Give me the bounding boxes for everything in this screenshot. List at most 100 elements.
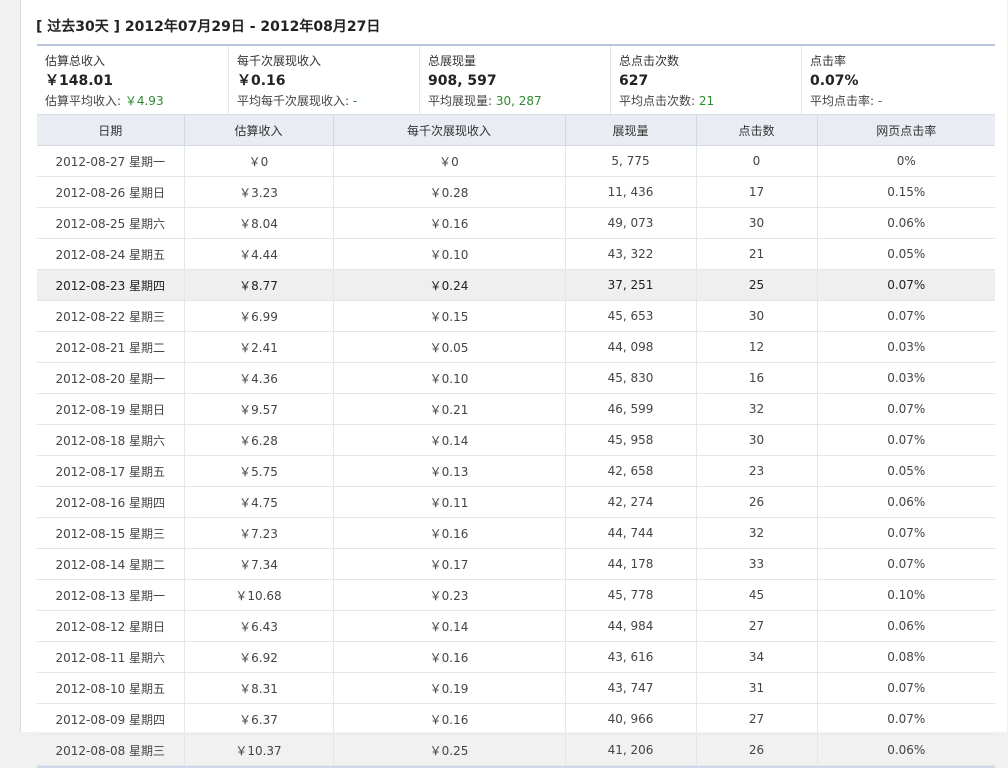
summary-sub: 平均点击次数: 21	[619, 94, 715, 108]
cell-rpm: ￥0.13	[332, 455, 565, 487]
cell-revenue: ￥8.31	[183, 672, 333, 704]
cell-revenue: ￥10.68	[183, 579, 333, 611]
cell-revenue: ￥6.99	[183, 300, 333, 332]
cell-impressions: 45, 830	[564, 362, 696, 394]
cell-clicks: 30	[695, 300, 817, 332]
cell-ctr: 0.15%	[816, 176, 995, 208]
summary-label: 总点击次数	[619, 54, 680, 68]
cell-impressions: 44, 744	[564, 517, 696, 549]
report-panel: [ 过去30天 ] 2012年07月29日 - 2012年08月27日 估算总收…	[20, 0, 1007, 768]
cell-revenue: ￥6.28	[183, 424, 333, 456]
table-row: 2012-08-21 星期二 ￥2.41 ￥0.05 44, 098 12 0.03%	[37, 331, 995, 363]
cell-impressions: 45, 653	[564, 300, 696, 332]
cell-ctr: 0.05%	[816, 455, 995, 487]
cell-revenue: ￥10.37	[183, 734, 333, 766]
cell-date: 2012-08-18 星期六	[37, 424, 184, 456]
cell-ctr: 0.07%	[816, 269, 995, 301]
cell-ctr: 0.10%	[816, 579, 995, 611]
cell-clicks: 32	[695, 517, 817, 549]
summary-label: 点击率	[810, 54, 847, 68]
cell-clicks: 23	[695, 455, 817, 487]
summary-sub: 平均每千次展现收入: -	[237, 94, 358, 108]
table-row: 2012-08-14 星期二 ￥7.34 ￥0.17 44, 178 33 0.07%	[37, 548, 995, 580]
cell-date: 2012-08-17 星期五	[37, 455, 184, 487]
table-body: 2012-08-27 星期一 ￥0 ￥0 5, 775 0 0% 2012-08-26 星期…	[37, 145, 995, 766]
table-row: 2012-08-27 星期一 ￥0 ￥0 5, 775 0 0%	[37, 145, 995, 177]
column-header-impressions[interactable]: 展现量	[564, 115, 696, 146]
cell-date: 2012-08-22 星期三	[37, 300, 184, 332]
cell-clicks: 17	[695, 176, 817, 208]
cell-revenue: ￥8.77	[183, 269, 333, 301]
summary-rpm: 每千次展现收入 ￥0.16 平均每千次展现收入: -	[228, 46, 419, 114]
cell-impressions: 45, 778	[564, 579, 696, 611]
cell-ctr: 0.07%	[816, 393, 995, 425]
summary-label: 估算总收入	[45, 54, 106, 68]
cell-clicks: 31	[695, 672, 817, 704]
summary-ctr: 点击率 0.07% 平均点击率: -	[801, 46, 995, 114]
cell-ctr: 0.03%	[816, 331, 995, 363]
cell-revenue: ￥6.37	[183, 703, 333, 735]
cell-rpm: ￥0.14	[332, 424, 565, 456]
cell-ctr: 0.06%	[816, 734, 995, 766]
report-body: 估算总收入 ￥148.01 估算平均收入: ￥4.93 每千次展现收入 ￥0.1…	[37, 44, 995, 768]
daily-report-table: 日期 估算收入 每千次展现收入 展现量 点击数 网页点击率 2012-08-27…	[37, 115, 995, 766]
summary-value: 0.07%	[810, 73, 859, 89]
cell-clicks: 21	[695, 238, 817, 270]
summary-sub: 平均展现量: 30, 287	[428, 94, 542, 108]
cell-date: 2012-08-27 星期一	[37, 145, 184, 177]
cell-ctr: 0.03%	[816, 362, 995, 394]
cell-date: 2012-08-14 星期二	[37, 548, 184, 580]
cell-ctr: 0.07%	[816, 703, 995, 735]
cell-impressions: 49, 073	[564, 207, 696, 239]
table-row: 2012-08-20 星期一 ￥4.36 ￥0.10 45, 830 16 0.03%	[37, 362, 995, 394]
column-header-date[interactable]: 日期	[37, 115, 184, 146]
cell-date: 2012-08-21 星期二	[37, 331, 184, 363]
cell-impressions: 44, 984	[564, 610, 696, 642]
cell-rpm: ￥0.05	[332, 331, 565, 363]
cell-impressions: 46, 599	[564, 393, 696, 425]
cell-rpm: ￥0.24	[332, 269, 565, 301]
cell-date: 2012-08-09 星期四	[37, 703, 184, 735]
summary-label: 每千次展现收入	[237, 54, 322, 68]
cell-rpm: ￥0.10	[332, 362, 565, 394]
summary-clicks: 总点击次数 627 平均点击次数: 21	[610, 46, 801, 114]
cell-date: 2012-08-08 星期三	[37, 734, 184, 766]
cell-clicks: 0	[695, 145, 817, 177]
column-header-clicks[interactable]: 点击数	[695, 115, 817, 146]
table-row: 2012-08-11 星期六 ￥6.92 ￥0.16 43, 616 34 0.08%	[37, 641, 995, 673]
cell-rpm: ￥0.16	[332, 703, 565, 735]
cell-date: 2012-08-16 星期四	[37, 486, 184, 518]
cell-impressions: 5, 775	[564, 145, 696, 177]
cell-ctr: 0.07%	[816, 672, 995, 704]
cell-clicks: 26	[695, 486, 817, 518]
summary-sub: 估算平均收入: ￥4.93	[45, 94, 164, 108]
cell-clicks: 27	[695, 703, 817, 735]
cell-impressions: 40, 966	[564, 703, 696, 735]
cell-revenue: ￥9.57	[183, 393, 333, 425]
cell-rpm: ￥0.21	[332, 393, 565, 425]
table-row: 2012-08-08 星期三 ￥10.37 ￥0.25 41, 206 26 0.06%	[37, 734, 995, 766]
table-row: 2012-08-17 星期五 ￥5.75 ￥0.13 42, 658 23 0.05%	[37, 455, 995, 487]
column-header-revenue[interactable]: 估算收入	[183, 115, 333, 146]
cell-date: 2012-08-26 星期日	[37, 176, 184, 208]
column-header-rpm[interactable]: 每千次展现收入	[332, 115, 565, 146]
summary-impressions: 总展现量 908, 597 平均展现量: 30, 287	[419, 46, 610, 114]
date-range: 2012年07月29日 - 2012年08月27日	[124, 19, 381, 35]
cell-date: 2012-08-10 星期五	[37, 672, 184, 704]
table-header-row: 日期 估算收入 每千次展现收入 展现量 点击数 网页点击率	[37, 115, 995, 146]
column-header-ctr[interactable]: 网页点击率	[816, 115, 995, 146]
cell-date: 2012-08-20 星期一	[37, 362, 184, 394]
report-title: [ 过去30天 ] 2012年07月29日 - 2012年08月27日	[36, 16, 380, 36]
cell-rpm: ￥0.17	[332, 548, 565, 580]
cell-date: 2012-08-25 星期六	[37, 207, 184, 239]
summary-sub: 平均点击率: -	[810, 94, 883, 108]
cell-impressions: 41, 206	[564, 734, 696, 766]
summary-label: 总展现量	[428, 54, 477, 68]
cell-rpm: ￥0.14	[332, 610, 565, 642]
cell-revenue: ￥7.34	[183, 548, 333, 580]
table-row: 2012-08-13 星期一 ￥10.68 ￥0.23 45, 778 45 0.10%	[37, 579, 995, 611]
cell-revenue: ￥0	[183, 145, 333, 177]
cell-revenue: ￥2.41	[183, 331, 333, 363]
cell-rpm: ￥0.25	[332, 734, 565, 766]
cell-rpm: ￥0.19	[332, 672, 565, 704]
